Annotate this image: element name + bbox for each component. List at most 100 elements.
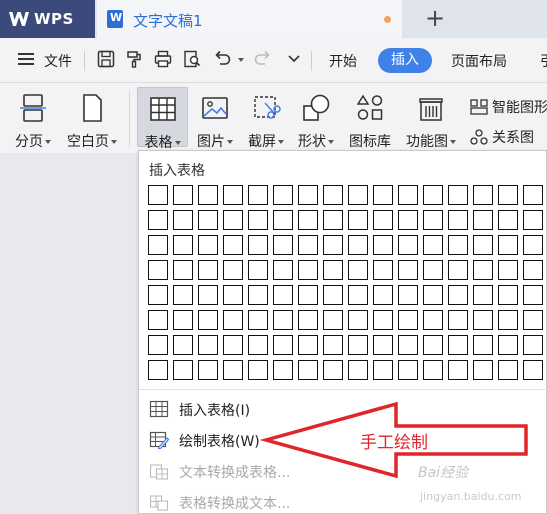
table-grid-cell[interactable] xyxy=(173,360,193,380)
smart-graphic-button[interactable]: 智能图形 xyxy=(470,97,547,117)
table-grid-cell[interactable] xyxy=(273,260,293,280)
table-grid-cell[interactable] xyxy=(373,210,393,230)
table-grid-cell[interactable] xyxy=(373,285,393,305)
table-grid-cell[interactable] xyxy=(273,360,293,380)
table-grid-cell[interactable] xyxy=(198,185,218,205)
table-grid-cell[interactable] xyxy=(248,210,268,230)
table-grid-cell[interactable] xyxy=(523,235,543,255)
shape-button[interactable]: 形状 xyxy=(292,87,340,150)
table-grid-cell[interactable] xyxy=(148,235,168,255)
blank-page-button[interactable]: 空白页 xyxy=(62,87,122,150)
table-grid-cell[interactable] xyxy=(473,360,493,380)
table-grid-cell[interactable] xyxy=(248,185,268,205)
table-grid-cell[interactable] xyxy=(373,360,393,380)
print-icon[interactable] xyxy=(153,49,173,69)
table-grid-cell[interactable] xyxy=(148,185,168,205)
table-grid-cell[interactable] xyxy=(298,285,318,305)
icon-library-button[interactable]: 图标库 xyxy=(344,87,396,150)
table-grid-cell[interactable] xyxy=(323,335,343,355)
file-menu[interactable]: 文件 xyxy=(44,51,72,71)
table-grid-cell[interactable] xyxy=(373,335,393,355)
table-grid-cell[interactable] xyxy=(398,335,418,355)
table-grid-cell[interactable] xyxy=(223,185,243,205)
table-grid-cell[interactable] xyxy=(248,260,268,280)
table-grid-cell[interactable] xyxy=(498,210,518,230)
more-icon[interactable] xyxy=(284,49,304,69)
table-grid-cell[interactable] xyxy=(423,360,443,380)
table-grid-cell[interactable] xyxy=(423,185,443,205)
table-grid-cell[interactable] xyxy=(423,335,443,355)
table-grid-cell[interactable] xyxy=(198,310,218,330)
table-button[interactable]: 表格 xyxy=(137,87,188,151)
new-tab-button[interactable]: + xyxy=(424,6,446,30)
table-grid-cell[interactable] xyxy=(173,260,193,280)
table-grid-cell[interactable] xyxy=(198,360,218,380)
table-grid-cell[interactable] xyxy=(448,210,468,230)
undo-icon[interactable] xyxy=(212,49,232,69)
table-grid-cell[interactable] xyxy=(323,210,343,230)
tab-insert[interactable]: 插入 xyxy=(378,48,432,73)
table-grid-cell[interactable] xyxy=(373,235,393,255)
table-grid-cell[interactable] xyxy=(273,235,293,255)
table-grid-cell[interactable] xyxy=(498,285,518,305)
table-grid-cell[interactable] xyxy=(448,235,468,255)
table-size-grid[interactable] xyxy=(148,185,547,382)
table-grid-cell[interactable] xyxy=(348,210,368,230)
table-grid-cell[interactable] xyxy=(473,285,493,305)
table-grid-cell[interactable] xyxy=(298,260,318,280)
table-grid-cell[interactable] xyxy=(448,335,468,355)
table-grid-cell[interactable] xyxy=(323,185,343,205)
table-grid-cell[interactable] xyxy=(348,185,368,205)
table-grid-cell[interactable] xyxy=(398,285,418,305)
table-grid-cell[interactable] xyxy=(448,260,468,280)
picture-button[interactable]: 图片 xyxy=(192,87,238,150)
table-grid-cell[interactable] xyxy=(198,260,218,280)
table-grid-cell[interactable] xyxy=(373,260,393,280)
table-grid-cell[interactable] xyxy=(298,210,318,230)
table-grid-cell[interactable] xyxy=(348,335,368,355)
table-grid-cell[interactable] xyxy=(298,185,318,205)
table-grid-cell[interactable] xyxy=(423,310,443,330)
table-grid-cell[interactable] xyxy=(273,335,293,355)
table-grid-cell[interactable] xyxy=(523,360,543,380)
table-grid-cell[interactable] xyxy=(498,185,518,205)
table-grid-cell[interactable] xyxy=(148,310,168,330)
table-grid-cell[interactable] xyxy=(148,285,168,305)
table-grid-cell[interactable] xyxy=(298,335,318,355)
table-grid-cell[interactable] xyxy=(448,310,468,330)
table-grid-cell[interactable] xyxy=(523,210,543,230)
table-grid-cell[interactable] xyxy=(173,285,193,305)
table-grid-cell[interactable] xyxy=(148,360,168,380)
table-grid-cell[interactable] xyxy=(523,260,543,280)
table-grid-cell[interactable] xyxy=(298,235,318,255)
table-grid-cell[interactable] xyxy=(323,285,343,305)
table-grid-cell[interactable] xyxy=(148,260,168,280)
redo-icon[interactable] xyxy=(253,49,273,69)
table-grid-cell[interactable] xyxy=(423,260,443,280)
table-grid-cell[interactable] xyxy=(473,235,493,255)
table-grid-cell[interactable] xyxy=(323,260,343,280)
table-grid-cell[interactable] xyxy=(523,185,543,205)
table-grid-cell[interactable] xyxy=(273,210,293,230)
table-grid-cell[interactable] xyxy=(273,185,293,205)
table-grid-cell[interactable] xyxy=(223,210,243,230)
table-grid-cell[interactable] xyxy=(173,310,193,330)
table-grid-cell[interactable] xyxy=(373,185,393,205)
table-grid-cell[interactable] xyxy=(473,310,493,330)
table-grid-cell[interactable] xyxy=(298,360,318,380)
table-grid-cell[interactable] xyxy=(173,210,193,230)
screenshot-button[interactable]: 截屏 xyxy=(242,87,290,150)
wps-home-tab[interactable]: WPS xyxy=(0,0,95,38)
table-grid-cell[interactable] xyxy=(223,310,243,330)
table-grid-cell[interactable] xyxy=(498,260,518,280)
table-grid-cell[interactable] xyxy=(523,310,543,330)
table-grid-cell[interactable] xyxy=(523,335,543,355)
tab-page-layout[interactable]: 页面布局 xyxy=(451,51,507,71)
table-grid-cell[interactable] xyxy=(273,310,293,330)
table-grid-cell[interactable] xyxy=(248,360,268,380)
table-grid-cell[interactable] xyxy=(223,285,243,305)
table-grid-cell[interactable] xyxy=(398,260,418,280)
tab-references[interactable]: 引 xyxy=(540,51,547,71)
table-grid-cell[interactable] xyxy=(223,235,243,255)
table-grid-cell[interactable] xyxy=(323,310,343,330)
